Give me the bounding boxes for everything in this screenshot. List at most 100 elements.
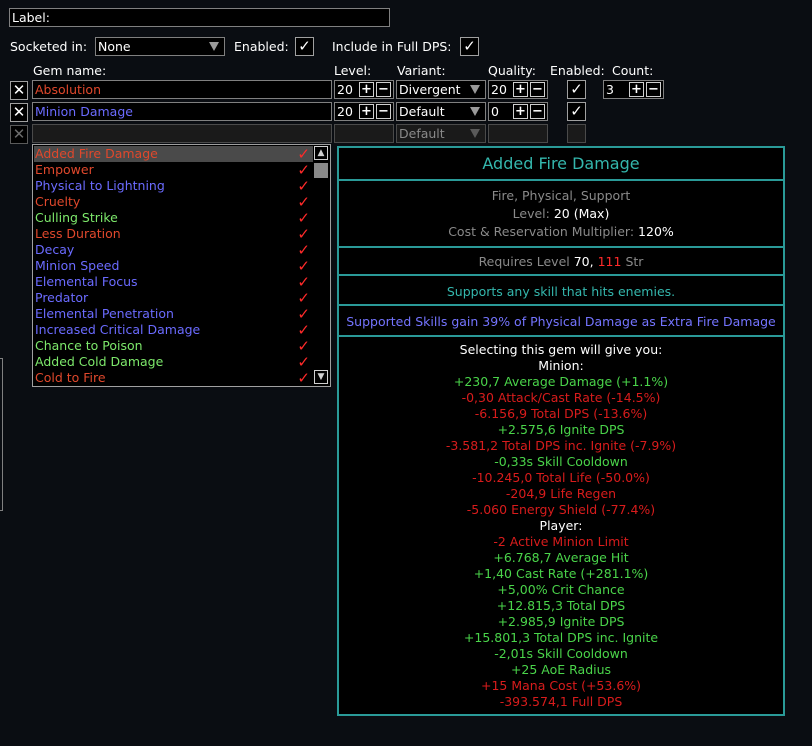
gem-count-value: 3 [606,82,614,97]
gem-list-item-name: Physical to Lightning [35,178,165,193]
tooltip-tags: Fire, Physical, Support [491,188,631,203]
include-full-dps-label: Include in Full DPS: [332,39,452,54]
scroll-up-button[interactable]: ▲ [314,146,328,160]
tooltip-minion-header: Minion: [538,358,584,373]
tooltip-level: Level: 20 (Max) [339,206,783,222]
tooltip-selecting: Selecting this gem will give you: [459,342,663,357]
player-stat-line: -393.574,1 Full DPS [499,694,623,709]
gem-tooltip: Added Fire Damage Fire, Physical, Suppor… [337,146,785,716]
remove-gem-button[interactable]: ✕ [10,103,28,122]
gem-variant-value: Divergent [399,82,461,97]
header-variant: Variant: [397,63,446,78]
checkmark-icon: ✓ [297,209,310,227]
gem-variant-dropdown[interactable]: Default [396,124,486,143]
checkmark-icon: ✓ [297,337,310,355]
include-full-dps-checkbox[interactable]: ✓ [460,37,479,56]
gem-name-input[interactable]: Absolution [32,80,332,99]
header-count: Count: [612,63,654,78]
level-increment-button[interactable]: + [359,82,374,97]
gem-name-input[interactable] [32,124,332,143]
checkmark-icon: ✓ [297,177,310,195]
gem-level-value: 20 [337,82,353,97]
gem-list-item[interactable]: Added Fire Damage ✓ [34,146,314,162]
gem-list-item-name: Added Fire Damage [35,146,158,161]
minion-stat-line: -0,30 Attack/Cast Rate (-14.5%) [461,390,661,405]
minion-stat-line: +2.575,6 Ignite DPS [497,422,625,437]
gem-list-item[interactable]: Less Duration ✓ [34,226,314,242]
gem-list-item-name: Chance to Poison [35,338,143,353]
gem-enabled-checkbox[interactable]: ✓ [567,102,586,121]
list-scrollbar[interactable]: ▲ ▼ [313,146,329,385]
gem-list-item-name: Predator [35,290,89,305]
checkmark-icon: ✓ [297,193,310,211]
quality-increment-button[interactable]: + [513,104,528,119]
chevron-down-icon [470,129,480,138]
minion-stat-line: -204,9 Life Regen [505,486,617,501]
gem-quality-input[interactable] [488,124,548,143]
minion-stat-line: -6.156,9 Total DPS (-13.6%) [474,406,648,421]
background-panel-edge [0,358,3,511]
header-quality: Quality: [488,63,536,78]
checkmark-icon: ✓ [297,369,310,387]
level-increment-button[interactable]: + [359,104,374,119]
quality-decrement-button[interactable]: − [530,82,545,97]
header-gem-name: Gem name: [33,63,107,78]
player-stat-line: +6.768,7 Average Hit [493,550,629,565]
gem-list-item-name: Minion Speed [35,258,120,273]
tooltip-support-text: Supports any skill that hits enemies. [446,284,676,299]
gem-list-item[interactable]: Cold to Fire ✓ [34,370,314,386]
gem-list-item[interactable]: Increased Critical Damage ✓ [34,322,314,338]
checkmark-icon: ✓ [297,321,310,339]
gem-enabled-checkbox[interactable]: ✓ [567,80,586,99]
gem-variant-dropdown[interactable]: Divergent [396,80,486,99]
chevron-down-icon [209,42,219,51]
gem-suggestion-list[interactable]: Added Fire Damage ✓ Empower ✓ Physical to Li… [32,144,331,387]
gem-list-item[interactable]: Predator ✓ [34,290,314,306]
player-stat-line: -2,01s Skill Cooldown [494,646,628,661]
socketed-in-dropdown[interactable]: None [95,37,225,56]
gem-list-item[interactable]: Elemental Penetration ✓ [34,306,314,322]
enabled-checkbox[interactable]: ✓ [295,37,314,56]
gem-list-item[interactable]: Physical to Lightning ✓ [34,178,314,194]
gem-list-item[interactable]: Added Cold Damage ✓ [34,354,314,370]
header-enabled: Enabled: [550,63,605,78]
minion-stat-line: -0,33s Skill Cooldown [494,454,628,469]
header-level: Level: [334,63,372,78]
remove-gem-button[interactable]: ✕ [10,125,28,144]
gem-list-item[interactable]: Elemental Focus ✓ [34,274,314,290]
enabled-label: Enabled: [234,39,289,54]
gem-list-item[interactable]: Chance to Poison ✓ [34,338,314,354]
gem-list-item-name: Empower [35,162,94,177]
scroll-thumb[interactable] [314,163,328,178]
gem-name-input[interactable]: Minion Damage [32,102,332,121]
tooltip-cost: Cost & Reservation Multiplier: 120% [339,224,783,240]
count-increment-button[interactable]: + [629,82,644,97]
gem-variant-dropdown[interactable]: Default [396,102,486,121]
gem-list-item-name: Decay [35,242,75,257]
count-decrement-button[interactable]: − [646,82,661,97]
gem-list-item[interactable]: Minion Speed ✓ [34,258,314,274]
label-field[interactable]: Label: [9,8,390,27]
divider [339,274,783,276]
divider [339,304,783,306]
player-stat-line: +25 AoE Radius [510,662,612,677]
remove-gem-button[interactable]: ✕ [10,81,28,100]
gem-level-input[interactable] [334,124,394,143]
player-stat-line: +15.801,3 Total DPS inc. Ignite [463,630,659,645]
gem-enabled-checkbox[interactable] [567,124,586,143]
requires-label: Requires Level [478,254,570,269]
socketed-in-value: None [98,39,131,54]
gem-list-item[interactable]: Cruelty ✓ [34,194,314,210]
quality-increment-button[interactable]: + [513,82,528,97]
gem-list-item[interactable]: Decay ✓ [34,242,314,258]
gem-list-item-name: Less Duration [35,226,121,241]
checkmark-icon: ✓ [297,257,310,275]
checkmark-icon: ✓ [297,225,310,243]
quality-decrement-button[interactable]: − [530,104,545,119]
gem-list-item[interactable]: Empower ✓ [34,162,314,178]
gem-list-item[interactable]: Culling Strike ✓ [34,210,314,226]
level-decrement-button[interactable]: − [376,82,391,97]
scroll-down-button[interactable]: ▼ [314,370,328,384]
gem-list-item-name: Culling Strike [35,210,118,225]
level-decrement-button[interactable]: − [376,104,391,119]
